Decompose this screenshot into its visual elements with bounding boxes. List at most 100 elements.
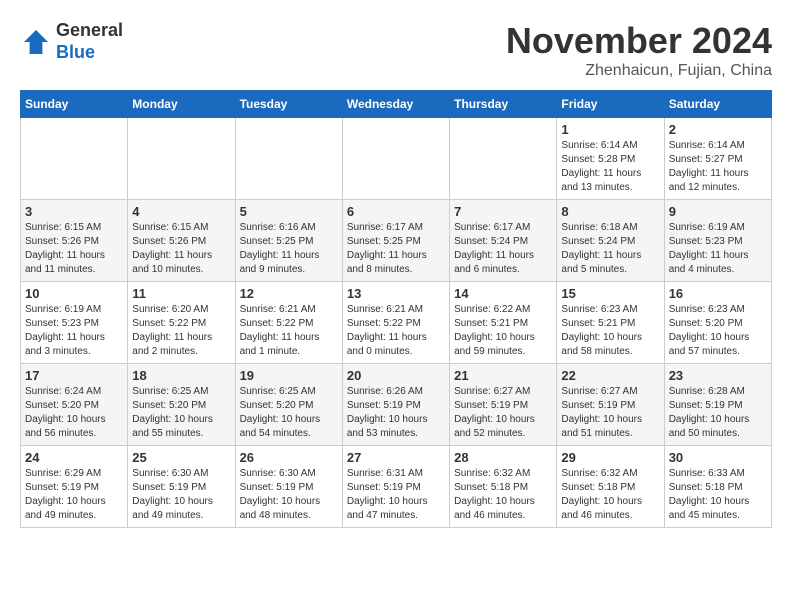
- day-header-wednesday: Wednesday: [342, 91, 449, 118]
- day-info: Sunrise: 6:27 AM Sunset: 5:19 PM Dayligh…: [454, 385, 552, 441]
- day-cell: 24 Sunrise: 6:29 AM Sunset: 5:19 PM Dayli…: [21, 446, 128, 528]
- day-cell: 23 Sunrise: 6:28 AM Sunset: 5:19 PM Dayli…: [664, 364, 771, 446]
- day-info: Sunrise: 6:29 AM Sunset: 5:19 PM Dayligh…: [25, 467, 123, 523]
- logo-icon: [20, 26, 52, 58]
- day-number: 7: [454, 204, 552, 219]
- day-number: 21: [454, 368, 552, 383]
- day-cell: 18Sunrise: 6:25 AM Sunset: 5:20 PM Dayli…: [128, 364, 235, 446]
- day-cell: [21, 118, 128, 200]
- day-cell: 15 Sunrise: 6:23 AM Sunset: 5:21 PM Dayli…: [557, 282, 664, 364]
- day-header-sunday: Sunday: [21, 91, 128, 118]
- day-info: Sunrise: 6:30 AM Sunset: 5:19 PM Dayligh…: [240, 467, 338, 523]
- day-cell: 9 Sunrise: 6:19 AM Sunset: 5:23 PM Daylig…: [664, 200, 771, 282]
- day-info: Sunrise: 6:15 AM Sunset: 5:26 PM Dayligh…: [132, 221, 230, 277]
- day-cell: [128, 118, 235, 200]
- day-cell: [342, 118, 449, 200]
- day-header-friday: Friday: [557, 91, 664, 118]
- day-info: Sunrise: 6:23 AM Sunset: 5:21 PM Dayligh…: [561, 303, 659, 359]
- header: General Blue November 2024 Zhenhaicun, F…: [20, 20, 772, 80]
- day-info: Sunrise: 6:32 AM Sunset: 5:18 PM Dayligh…: [561, 467, 659, 523]
- day-number: 14: [454, 286, 552, 301]
- day-number: 15: [561, 286, 659, 301]
- calendar-table: SundayMondayTuesdayWednesdayThursdayFrid…: [20, 90, 772, 528]
- day-cell: 22 Sunrise: 6:27 AM Sunset: 5:19 PM Dayli…: [557, 364, 664, 446]
- day-info: Sunrise: 6:17 AM Sunset: 5:25 PM Dayligh…: [347, 221, 445, 277]
- day-header-saturday: Saturday: [664, 91, 771, 118]
- location-subtitle: Zhenhaicun, Fujian, China: [506, 62, 772, 80]
- day-number: 25: [132, 450, 230, 465]
- day-cell: 4 Sunrise: 6:15 AM Sunset: 5:26 PM Daylig…: [128, 200, 235, 282]
- day-number: 6: [347, 204, 445, 219]
- day-info: Sunrise: 6:19 AM Sunset: 5:23 PM Dayligh…: [25, 303, 123, 359]
- day-cell: 19Sunrise: 6:25 AM Sunset: 5:20 PM Dayli…: [235, 364, 342, 446]
- logo: General Blue: [20, 20, 123, 63]
- day-info: Sunrise: 6:32 AM Sunset: 5:18 PM Dayligh…: [454, 467, 552, 523]
- day-info: Sunrise: 6:25 AM Sunset: 5:20 PM Dayligh…: [132, 385, 230, 441]
- day-number: 23: [669, 368, 767, 383]
- day-number: 30: [669, 450, 767, 465]
- day-cell: [235, 118, 342, 200]
- day-cell: 20Sunrise: 6:26 AM Sunset: 5:19 PM Dayli…: [342, 364, 449, 446]
- day-cell: 13 Sunrise: 6:21 AM Sunset: 5:22 PM Dayli…: [342, 282, 449, 364]
- day-cell: 17 Sunrise: 6:24 AM Sunset: 5:20 PM Dayli…: [21, 364, 128, 446]
- week-row-4: 17 Sunrise: 6:24 AM Sunset: 5:20 PM Dayli…: [21, 364, 772, 446]
- day-cell: 12Sunrise: 6:21 AM Sunset: 5:22 PM Dayli…: [235, 282, 342, 364]
- day-number: 8: [561, 204, 659, 219]
- week-row-1: 1Sunrise: 6:14 AM Sunset: 5:28 PM Daylig…: [21, 118, 772, 200]
- day-cell: 25 Sunrise: 6:30 AM Sunset: 5:19 PM Dayli…: [128, 446, 235, 528]
- day-cell: 30Sunrise: 6:33 AM Sunset: 5:18 PM Dayli…: [664, 446, 771, 528]
- day-info: Sunrise: 6:19 AM Sunset: 5:23 PM Dayligh…: [669, 221, 767, 277]
- logo-blue: Blue: [56, 42, 95, 62]
- day-number: 9: [669, 204, 767, 219]
- day-number: 29: [561, 450, 659, 465]
- day-cell: 16 Sunrise: 6:23 AM Sunset: 5:20 PM Dayli…: [664, 282, 771, 364]
- day-number: 10: [25, 286, 123, 301]
- day-cell: 8 Sunrise: 6:18 AM Sunset: 5:24 PM Daylig…: [557, 200, 664, 282]
- logo-general: General: [56, 20, 123, 40]
- day-cell: 26 Sunrise: 6:30 AM Sunset: 5:19 PM Dayli…: [235, 446, 342, 528]
- day-info: Sunrise: 6:15 AM Sunset: 5:26 PM Dayligh…: [25, 221, 123, 277]
- day-info: Sunrise: 6:22 AM Sunset: 5:21 PM Dayligh…: [454, 303, 552, 359]
- day-cell: 6 Sunrise: 6:17 AM Sunset: 5:25 PM Daylig…: [342, 200, 449, 282]
- day-number: 13: [347, 286, 445, 301]
- day-cell: 5 Sunrise: 6:16 AM Sunset: 5:25 PM Daylig…: [235, 200, 342, 282]
- day-info: Sunrise: 6:26 AM Sunset: 5:19 PM Dayligh…: [347, 385, 445, 441]
- day-info: Sunrise: 6:27 AM Sunset: 5:19 PM Dayligh…: [561, 385, 659, 441]
- day-info: Sunrise: 6:16 AM Sunset: 5:25 PM Dayligh…: [240, 221, 338, 277]
- day-cell: 14 Sunrise: 6:22 AM Sunset: 5:21 PM Dayli…: [450, 282, 557, 364]
- day-cell: 29 Sunrise: 6:32 AM Sunset: 5:18 PM Dayli…: [557, 446, 664, 528]
- day-info: Sunrise: 6:23 AM Sunset: 5:20 PM Dayligh…: [669, 303, 767, 359]
- day-info: Sunrise: 6:14 AM Sunset: 5:28 PM Dayligh…: [561, 139, 659, 195]
- day-cell: 1Sunrise: 6:14 AM Sunset: 5:28 PM Daylig…: [557, 118, 664, 200]
- day-cell: 10 Sunrise: 6:19 AM Sunset: 5:23 PM Dayli…: [21, 282, 128, 364]
- logo-text: General Blue: [56, 20, 123, 63]
- day-info: Sunrise: 6:14 AM Sunset: 5:27 PM Dayligh…: [669, 139, 767, 195]
- day-info: Sunrise: 6:31 AM Sunset: 5:19 PM Dayligh…: [347, 467, 445, 523]
- day-number: 12: [240, 286, 338, 301]
- day-info: Sunrise: 6:17 AM Sunset: 5:24 PM Dayligh…: [454, 221, 552, 277]
- day-info: Sunrise: 6:21 AM Sunset: 5:22 PM Dayligh…: [347, 303, 445, 359]
- day-header-tuesday: Tuesday: [235, 91, 342, 118]
- day-number: 19: [240, 368, 338, 383]
- day-number: 22: [561, 368, 659, 383]
- day-number: 5: [240, 204, 338, 219]
- day-cell: 21 Sunrise: 6:27 AM Sunset: 5:19 PM Dayli…: [450, 364, 557, 446]
- day-cell: 11Sunrise: 6:20 AM Sunset: 5:22 PM Dayli…: [128, 282, 235, 364]
- title-block: November 2024 Zhenhaicun, Fujian, China: [506, 20, 772, 80]
- day-cell: 3Sunrise: 6:15 AM Sunset: 5:26 PM Daylig…: [21, 200, 128, 282]
- day-cell: 2 Sunrise: 6:14 AM Sunset: 5:27 PM Daylig…: [664, 118, 771, 200]
- day-number: 16: [669, 286, 767, 301]
- day-info: Sunrise: 6:24 AM Sunset: 5:20 PM Dayligh…: [25, 385, 123, 441]
- day-info: Sunrise: 6:30 AM Sunset: 5:19 PM Dayligh…: [132, 467, 230, 523]
- day-info: Sunrise: 6:18 AM Sunset: 5:24 PM Dayligh…: [561, 221, 659, 277]
- day-number: 4: [132, 204, 230, 219]
- day-number: 26: [240, 450, 338, 465]
- day-info: Sunrise: 6:28 AM Sunset: 5:19 PM Dayligh…: [669, 385, 767, 441]
- day-number: 11: [132, 286, 230, 301]
- day-number: 17: [25, 368, 123, 383]
- day-number: 2: [669, 122, 767, 137]
- day-number: 28: [454, 450, 552, 465]
- day-cell: 28 Sunrise: 6:32 AM Sunset: 5:18 PM Dayli…: [450, 446, 557, 528]
- week-row-3: 10 Sunrise: 6:19 AM Sunset: 5:23 PM Dayli…: [21, 282, 772, 364]
- day-number: 24: [25, 450, 123, 465]
